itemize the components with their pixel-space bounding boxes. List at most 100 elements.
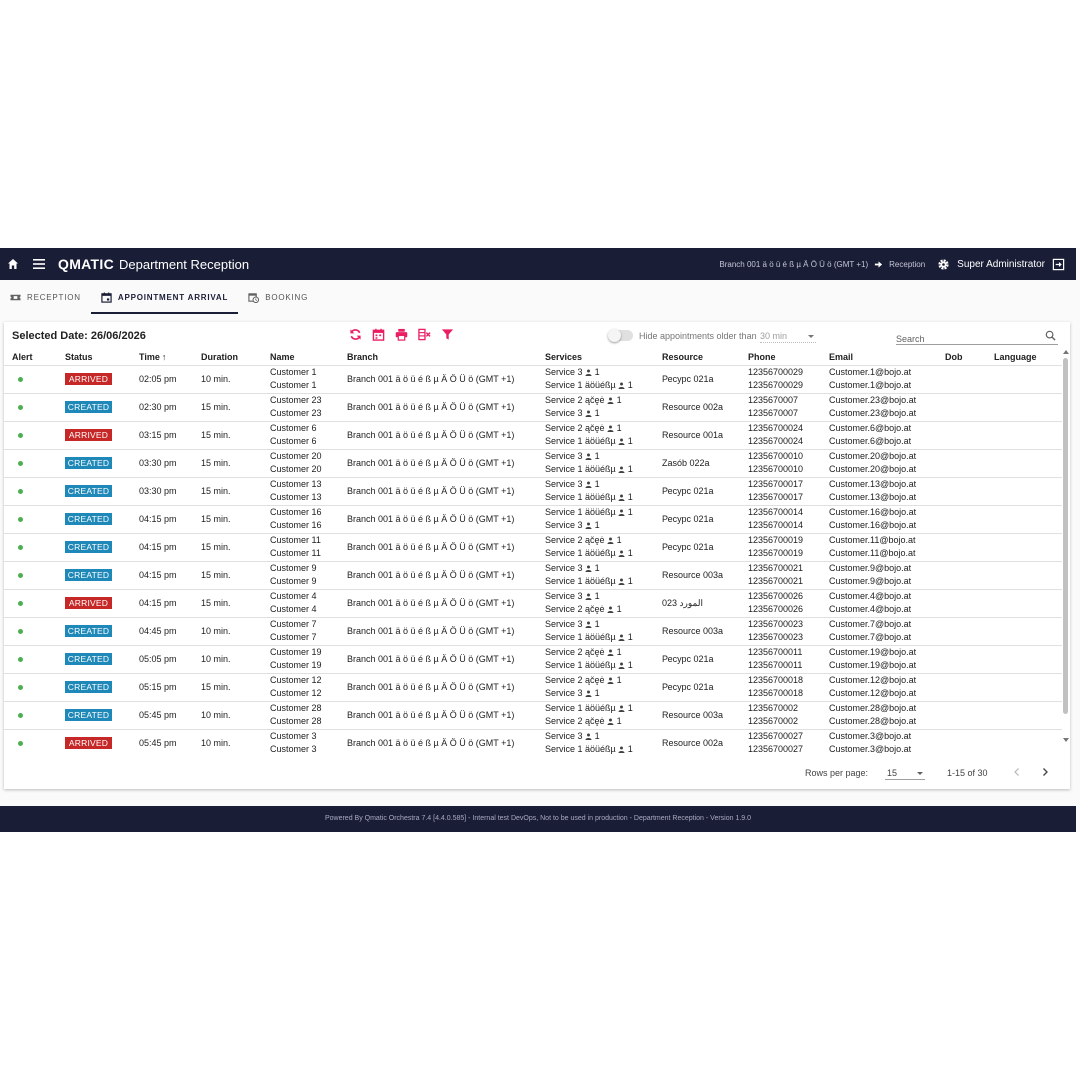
person-icon [618, 632, 625, 642]
services-cell: Service 3 1 Service 1 äöüéßµ 1 [537, 449, 654, 478]
phone-cell: 12356700027 12356700027 [740, 729, 821, 754]
name-secondary: Customer 13 [270, 492, 322, 502]
user-name[interactable]: Super Administrator [957, 259, 1045, 270]
status-cell: CREATED [57, 673, 131, 702]
col-duration[interactable]: Duration [193, 350, 262, 366]
branch-cell: Branch 001 ä ö ü é ß µ Ä Ö Ü ö (GMT +1) [339, 365, 537, 394]
refresh-icon[interactable] [349, 328, 362, 341]
col-dob[interactable]: Dob [937, 350, 986, 366]
alert-cell [4, 701, 57, 730]
scroll-up-arrow[interactable] [1063, 350, 1069, 354]
clear-columns-icon[interactable] [418, 328, 431, 341]
col-branch[interactable]: Branch [339, 350, 537, 366]
search-field[interactable] [896, 329, 1058, 346]
table-row[interactable]: ARRIVED 05:45 pm 10 min. Customer 3 Customer… [4, 729, 1062, 754]
service-line: Service 2 ąčęė 1 [545, 534, 654, 548]
tab-booking-label: BOOKING [265, 292, 309, 302]
service-line: Service 1 äöüéßµ 1 [545, 435, 654, 448]
scroll-down-arrow[interactable] [1063, 738, 1069, 742]
col-services[interactable]: Services [537, 350, 654, 366]
table-row[interactable]: CREATED 03:30 pm 15 min. Customer 13 Custome… [4, 477, 1062, 506]
calendar-icon[interactable] [372, 328, 385, 341]
print-icon[interactable] [395, 328, 408, 341]
service-name: Service 3 [545, 618, 583, 629]
search-input[interactable] [896, 332, 1036, 346]
duration-cell: 10 min. [193, 365, 262, 394]
filter-icon[interactable] [441, 328, 454, 341]
service-name: Service 2 ąčęė [545, 716, 605, 726]
email-cell: Customer.12@bojo.at Customer.12@bojo.at [821, 673, 937, 702]
table-row[interactable]: ARRIVED 04:15 pm 15 min. Customer 4 Customer… [4, 589, 1062, 618]
dob-cell [937, 533, 986, 562]
hide-old-toggle[interactable] [608, 329, 633, 342]
tab-reception[interactable]: RECEPTION [0, 280, 91, 314]
dob-cell [937, 449, 986, 478]
branch-breadcrumb[interactable]: Branch 001 ä ö ü é ß µ Ä Ö Ü ö (GMT +1) [719, 260, 868, 269]
col-name[interactable]: Name [262, 350, 339, 366]
phone-primary: 12356700017 [748, 478, 804, 489]
logout-icon[interactable] [1052, 258, 1065, 271]
email-cell: Customer.13@bojo.at Customer.13@bojo.at [821, 477, 937, 506]
table-row[interactable]: CREATED 05:45 pm 10 min. Customer 28 Custome… [4, 701, 1062, 730]
location-breadcrumb[interactable]: Reception [889, 260, 925, 269]
alert-dot [18, 573, 23, 578]
service-line: Service 1 äöüéßµ 1 [545, 575, 654, 588]
service-count: 1 [627, 492, 633, 502]
alert-cell [4, 617, 57, 646]
time-cell: 02:30 pm [131, 393, 193, 422]
status-cell: CREATED [57, 561, 131, 590]
table-row[interactable]: CREATED 04:45 pm 10 min. Customer 7 Customer… [4, 617, 1062, 646]
table-row[interactable]: CREATED 04:15 pm 15 min. Customer 11 Custome… [4, 533, 1062, 562]
service-count: 1 [616, 604, 622, 614]
service-count: 1 [616, 422, 622, 433]
menu-icon[interactable] [33, 259, 45, 269]
chevron-left-icon[interactable] [1011, 766, 1023, 778]
services-cell: Service 1 äöüéßµ 1 Service 3 1 [537, 505, 654, 534]
branch-cell: Branch 001 ä ö ü é ß µ Ä Ö Ü ö (GMT +1) [339, 701, 537, 730]
gear-icon[interactable] [937, 258, 950, 271]
col-phone[interactable]: Phone [740, 350, 821, 366]
search-icon[interactable] [1045, 330, 1056, 341]
chevron-down-icon [808, 335, 814, 338]
service-count: 1 [627, 632, 633, 642]
dob-cell [937, 589, 986, 618]
tab-booking[interactable]: BOOKING [238, 280, 318, 314]
col-time[interactable]: Time ↑ [131, 350, 193, 366]
col-email[interactable]: Email [821, 350, 937, 366]
rows-per-page-select[interactable]: 15 [885, 766, 925, 780]
resource-cell: Ресурс 021a [654, 645, 740, 674]
col-resource[interactable]: Resource [654, 350, 740, 366]
service-line: Service 1 äöüéßµ 1 [545, 702, 654, 716]
table-row[interactable]: ARRIVED 02:05 pm 10 min. Customer 1 Customer… [4, 365, 1062, 394]
resource-cell: Ресурс 021a [654, 673, 740, 702]
table-row[interactable]: ARRIVED 03:15 pm 15 min. Customer 6 Customer… [4, 421, 1062, 450]
table-row[interactable]: CREATED 05:05 pm 10 min. Customer 19 Custome… [4, 645, 1062, 674]
duration-cell: 15 min. [193, 589, 262, 618]
service-count: 1 [594, 688, 600, 698]
service-count: 1 [627, 660, 633, 670]
table-row[interactable]: CREATED 03:30 pm 15 min. Customer 20 Custome… [4, 449, 1062, 478]
table-row[interactable]: CREATED 04:15 pm 15 min. Customer 9 Customer… [4, 561, 1062, 590]
name-primary: Customer 20 [270, 450, 322, 461]
scroll-thumb[interactable] [1063, 358, 1068, 714]
chevron-right-icon[interactable] [1039, 766, 1051, 778]
phone-secondary: 12356700026 [748, 604, 804, 614]
status-badge: CREATED [65, 457, 112, 469]
col-alert[interactable]: Alert [4, 350, 57, 366]
col-language[interactable]: Language [986, 350, 1062, 366]
service-name: Service 1 äöüéßµ [545, 576, 616, 586]
home-icon[interactable] [7, 258, 19, 270]
table-row[interactable]: CREATED 02:30 pm 15 min. Customer 23 Custome… [4, 393, 1062, 422]
hide-old-select[interactable]: 30 min [760, 331, 816, 343]
status-badge: ARRIVED [65, 373, 112, 385]
table-row[interactable]: CREATED 05:15 pm 15 min. Customer 12 Custome… [4, 673, 1062, 702]
service-line: Service 1 äöüéßµ 1 [545, 506, 654, 520]
vertical-scrollbar[interactable] [1063, 350, 1069, 748]
language-cell [986, 729, 1062, 754]
alert-cell [4, 561, 57, 590]
name-primary: Customer 6 [270, 422, 317, 433]
table-row[interactable]: CREATED 04:15 pm 15 min. Customer 16 Custome… [4, 505, 1062, 534]
phone-secondary: 1235670007 [748, 408, 799, 418]
col-status[interactable]: Status [57, 350, 131, 366]
tab-appointment-arrival[interactable]: APPOINTMENT ARRIVAL [90, 280, 239, 314]
